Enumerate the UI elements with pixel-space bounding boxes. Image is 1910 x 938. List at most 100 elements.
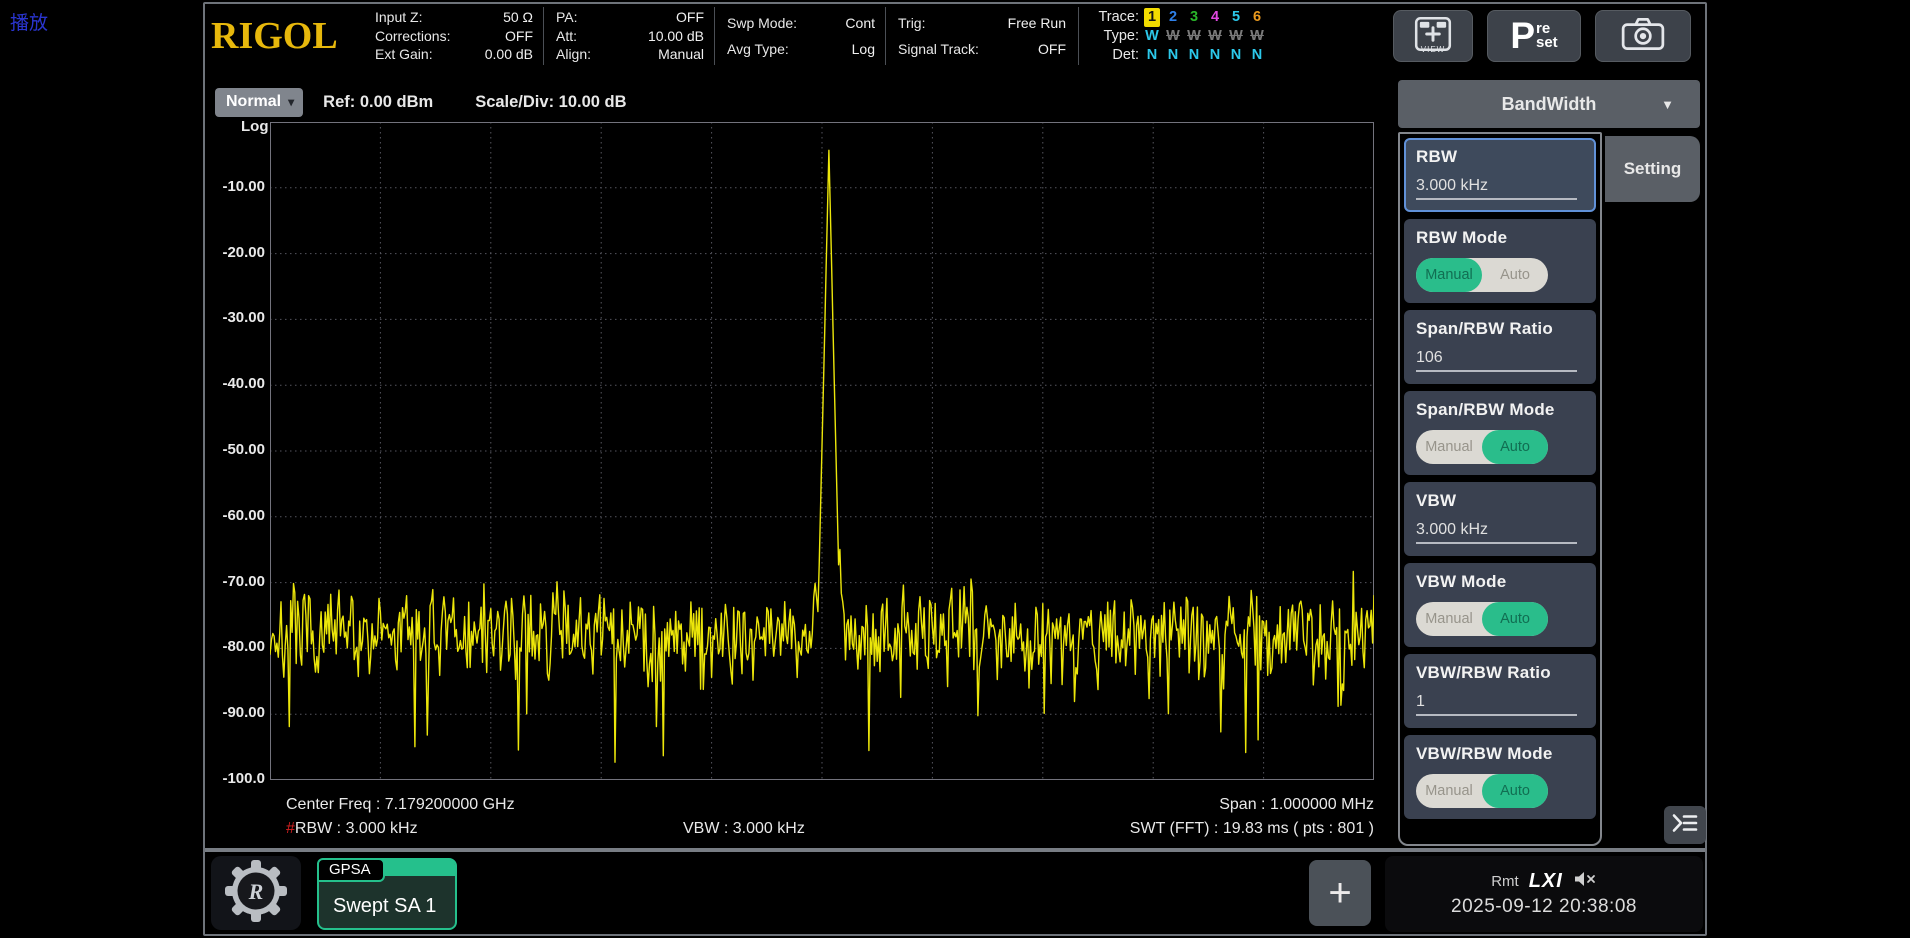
- svg-text:R: R: [248, 879, 264, 904]
- trace-item-5[interactable]: 5: [1228, 8, 1244, 27]
- menu-collapse-icon: [1671, 813, 1699, 838]
- det-item-3[interactable]: N: [1186, 46, 1202, 65]
- type-label: Type:: [1091, 27, 1139, 46]
- type-item-1[interactable]: W: [1144, 27, 1160, 46]
- rbw-card[interactable]: RBW 3.000 kHz: [1404, 138, 1596, 212]
- span-rbw-ratio-value[interactable]: 106: [1416, 349, 1577, 372]
- rbw-mode-manual-option[interactable]: Manual: [1416, 258, 1482, 292]
- vbw-rbw-mode-manual-option[interactable]: Manual: [1416, 774, 1482, 808]
- det-row: Det:NNNNNN: [1091, 46, 1265, 65]
- video-play-label: 播放: [10, 8, 48, 35]
- type-item-3[interactable]: W: [1186, 27, 1202, 46]
- vbw-card[interactable]: VBW 3.000 kHz: [1404, 482, 1596, 556]
- type-item-4[interactable]: W: [1207, 27, 1223, 46]
- add-window-button[interactable]: +: [1309, 860, 1371, 926]
- vbw-mode-card[interactable]: VBW ModeManualAuto: [1404, 563, 1596, 647]
- type-item-5[interactable]: W: [1228, 27, 1244, 46]
- swt-readout: SWT (FFT) : 19.83 ms ( pts : 801 ): [1130, 820, 1374, 838]
- trace-item-2[interactable]: 2: [1165, 8, 1181, 27]
- avg-type-status: Avg Type:Log: [727, 36, 875, 62]
- lxi-logo: LXI: [1529, 870, 1563, 893]
- vbw-value[interactable]: 3.000 kHz: [1416, 521, 1577, 544]
- det-item-5[interactable]: N: [1228, 46, 1244, 65]
- camera-icon: [1620, 16, 1666, 57]
- rigol-logo: RIGOL: [211, 7, 363, 65]
- preset-button[interactable]: P re set: [1487, 10, 1581, 62]
- det-item-2[interactable]: N: [1165, 46, 1181, 65]
- span-rbw-ratio-card[interactable]: Span/RBW Ratio106: [1404, 310, 1596, 384]
- vbw-label: VBW: [1416, 491, 1584, 511]
- det-item-4[interactable]: N: [1207, 46, 1223, 65]
- signal-track-status: Signal Track:OFF: [898, 36, 1066, 62]
- sidebar-menu-title-label: BandWidth: [1502, 94, 1597, 115]
- y-axis-tick: -10.00: [209, 178, 265, 195]
- sidebar-menu-title[interactable]: BandWidth ▼: [1398, 80, 1700, 128]
- type-row: Type:WWWWWW: [1091, 27, 1265, 46]
- vbw-mode-auto-option[interactable]: Auto: [1482, 602, 1548, 636]
- instrument-screen: RIGOL Input Z:50 ΩCorrections:OFFExt Gai…: [203, 2, 1707, 936]
- span-rbw-mode-auto-option[interactable]: Auto: [1482, 430, 1548, 464]
- att-status: Att:10.00 dB: [556, 27, 704, 46]
- type-item-6[interactable]: W: [1249, 27, 1265, 46]
- rbw-value[interactable]: 3.000 kHz: [1416, 177, 1577, 200]
- y-axis-tick: -60.00: [209, 507, 265, 524]
- screenshot-button[interactable]: [1595, 10, 1691, 62]
- trace-mode-dropdown[interactable]: Normal ▾: [215, 88, 303, 117]
- y-axis-tick: -100.0: [209, 770, 265, 787]
- status-header: RIGOL Input Z:50 ΩCorrections:OFFExt Gai…: [211, 7, 1699, 65]
- active-mode-tab[interactable]: GPSA Swept SA 1: [317, 858, 457, 930]
- type-item-2[interactable]: W: [1165, 27, 1181, 46]
- vbw-rbw-ratio-card[interactable]: VBW/RBW Ratio1: [1404, 654, 1596, 728]
- bandwidth-menu-panel: RBW 3.000 kHz RBW ModeManualAutoSpan/RBW R…: [1398, 132, 1602, 846]
- chevron-down-icon: ▼: [1661, 97, 1674, 112]
- span-rbw-mode-label: Span/RBW Mode: [1416, 400, 1584, 420]
- vbw-rbw-mode-toggle[interactable]: ManualAuto: [1416, 774, 1548, 808]
- rbw-mode-auto-option[interactable]: Auto: [1482, 258, 1548, 292]
- ref-level-readout: Ref: 0.00 dBm: [323, 93, 433, 112]
- header-info-group: PA:OFFAtt:10.00 dBAlign:Manual: [543, 7, 714, 65]
- y-axis-tick: -30.00: [209, 309, 265, 326]
- rbw-label: RBW: [1416, 147, 1584, 167]
- trace-mode-value: Normal: [226, 93, 281, 111]
- system-gear-button[interactable]: R: [211, 856, 301, 930]
- chart-toolbar: Normal ▾ Ref: 0.00 dBm Scale/Div: 10.00 …: [215, 84, 627, 120]
- rbw-mode-card[interactable]: RBW ModeManualAuto: [1404, 219, 1596, 303]
- y-axis-tick: -70.00: [209, 573, 265, 590]
- input-z-status: Input Z:50 Ω: [375, 8, 533, 27]
- y-axis-tick: -50.00: [209, 441, 265, 458]
- bottom-bar-divider: [205, 848, 1705, 852]
- swp-mode-status: Swp Mode:Cont: [727, 10, 875, 36]
- trace-item-6[interactable]: 6: [1249, 8, 1265, 27]
- vbw-rbw-mode-auto-option[interactable]: Auto: [1482, 774, 1548, 808]
- vbw-mode-manual-option[interactable]: Manual: [1416, 602, 1482, 636]
- trace-item-4[interactable]: 4: [1207, 8, 1223, 27]
- trace-label: Trace:: [1091, 8, 1139, 27]
- span-rbw-mode-card[interactable]: Span/RBW Mode ManualAuto: [1404, 391, 1596, 475]
- y-axis-tick: -20.00: [209, 244, 265, 261]
- det-item-6[interactable]: N: [1249, 46, 1265, 65]
- multi-view-button-label: VIEW: [1394, 45, 1472, 54]
- multi-view-button[interactable]: VIEW: [1393, 10, 1473, 62]
- det-item-1[interactable]: N: [1144, 46, 1160, 65]
- remote-status-label: Rmt: [1491, 873, 1519, 890]
- y-axis-tick: -90.00: [209, 704, 265, 721]
- rbw-mode-toggle[interactable]: ManualAuto: [1416, 258, 1548, 292]
- trace-status-panel: Trace:123456Type:WWWWWWDet:NNNNNN: [1078, 7, 1265, 65]
- tab-setting[interactable]: Setting: [1605, 136, 1700, 202]
- scale-per-div-readout: Scale/Div: 10.00 dB: [475, 93, 626, 112]
- menu-collapse-button[interactable]: [1664, 806, 1706, 844]
- trace-item-3[interactable]: 3: [1186, 8, 1202, 27]
- vbw-rbw-mode-card[interactable]: VBW/RBW ModeManualAuto: [1404, 735, 1596, 819]
- span-rbw-mode-toggle[interactable]: ManualAuto: [1416, 430, 1548, 464]
- span-rbw-mode-manual-option[interactable]: Manual: [1416, 430, 1482, 464]
- trig-status: Trig:Free Run: [898, 10, 1066, 36]
- vbw-mode-toggle[interactable]: ManualAuto: [1416, 602, 1548, 636]
- trace-item-1[interactable]: 1: [1144, 8, 1160, 27]
- vbw-rbw-ratio-value[interactable]: 1: [1416, 693, 1577, 716]
- span-readout: Span : 1.000000 MHz: [1219, 796, 1374, 814]
- datetime-readout: 2025-09-12 20:38:08: [1451, 896, 1637, 918]
- y-axis-tick: -40.00: [209, 375, 265, 392]
- pa-status: PA:OFF: [556, 8, 704, 27]
- y-axis-tick: -80.00: [209, 638, 265, 655]
- vbw-readout: VBW : 3.000 kHz: [683, 820, 805, 838]
